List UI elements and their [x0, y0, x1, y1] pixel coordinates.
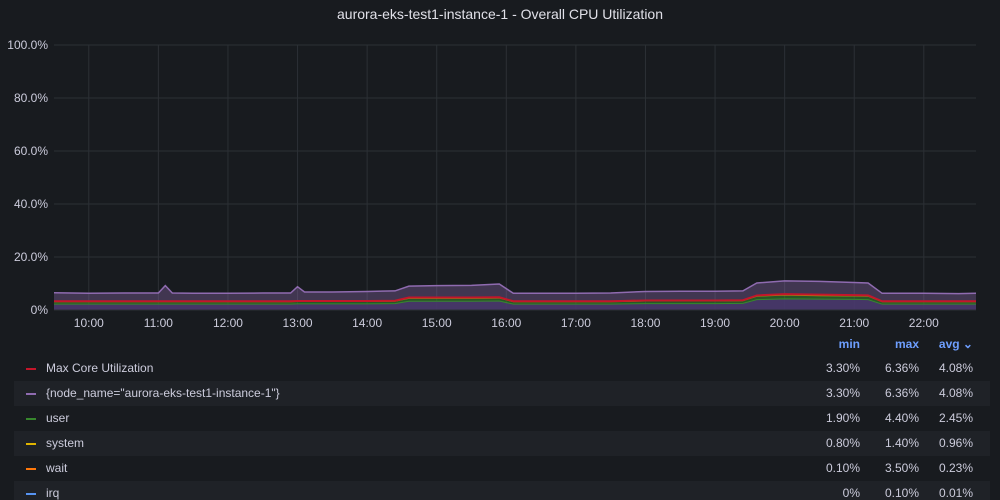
legend-max-value: 4.40% [884, 411, 919, 425]
legend-row[interactable]: {node_name="aurora-eks-test1-instance-1"… [14, 381, 990, 406]
legend-series-name[interactable]: system [46, 431, 84, 456]
legend-min-value: 3.30% [825, 361, 860, 375]
x-tick-label: 19:00 [700, 316, 730, 330]
x-tick-label: 18:00 [630, 316, 660, 330]
x-tick-label: 12:00 [213, 316, 243, 330]
y-tick-label: 40.0% [14, 197, 48, 211]
y-tick-label: 0% [31, 303, 49, 317]
legend-swatch [26, 368, 36, 370]
x-tick-label: 11:00 [144, 316, 173, 330]
legend-swatch [26, 443, 36, 445]
legend-series-name[interactable]: user [46, 406, 69, 431]
legend-header: min max avg ⌄ [0, 337, 1000, 355]
legend-avg-value: 0.96% [938, 436, 973, 450]
x-tick-label: 16:00 [491, 316, 521, 330]
y-tick-label: 60.0% [14, 144, 48, 158]
legend-avg-value: 4.08% [938, 361, 973, 375]
legend-row[interactable]: system 0.80% 1.40% 0.96% [14, 431, 990, 456]
legend-avg-value: 0.23% [938, 461, 973, 475]
y-tick-label: 80.0% [14, 91, 48, 105]
legend-swatch [26, 393, 36, 395]
legend-row[interactable]: wait 0.10% 3.50% 0.23% [14, 456, 990, 481]
x-tick-label: 15:00 [422, 316, 452, 330]
legend-max-value: 6.36% [884, 386, 919, 400]
legend-row[interactable]: irq 0% 0.10% 0.01% [14, 481, 990, 500]
legend-header-max[interactable]: max [860, 337, 919, 351]
legend-max-value: 3.50% [884, 461, 919, 475]
legend-series-name[interactable]: {node_name="aurora-eks-test1-instance-1"… [46, 381, 280, 406]
legend-series-name[interactable]: Max Core Utilization [46, 356, 153, 381]
legend-max-value: 1.40% [884, 436, 919, 450]
legend-avg-value: 0.01% [938, 486, 973, 500]
legend-avg-value: 4.08% [938, 386, 973, 400]
legend-swatch [26, 468, 36, 470]
legend-header-avg[interactable]: avg ⌄ [920, 337, 973, 351]
legend-swatch [26, 493, 36, 495]
legend-header-min[interactable]: min [800, 337, 860, 351]
legend-max-value: 6.36% [884, 361, 919, 375]
y-tick-label: 20.0% [14, 250, 48, 264]
legend-max-value: 0.10% [884, 486, 919, 500]
x-tick-label: 10:00 [74, 316, 104, 330]
x-tick-label: 22:00 [909, 316, 939, 330]
legend-row[interactable]: Max Core Utilization 3.30% 6.36% 4.08% [14, 356, 990, 381]
y-tick-label: 100.0% [7, 38, 48, 52]
x-tick-label: 17:00 [561, 316, 591, 330]
x-tick-label: 13:00 [283, 316, 313, 330]
legend-series-name[interactable]: wait [46, 456, 67, 481]
legend-table: Max Core Utilization 3.30% 6.36% 4.08% {node… [14, 356, 990, 500]
x-tick-label: 21:00 [839, 316, 869, 330]
legend-avg-value: 2.45% [938, 411, 973, 425]
legend-min-value: 1.90% [825, 411, 860, 425]
legend-series-name[interactable]: irq [46, 481, 59, 500]
cpu-utilization-chart: 0% 20.0% 40.0% 60.0% 80.0% 100.0% 10:00 11:00 12… [7, 38, 977, 330]
x-tick-label: 14:00 [352, 316, 382, 330]
legend-min-value: 0% [842, 486, 860, 500]
legend-min-value: 0.10% [825, 461, 860, 475]
legend-min-value: 3.30% [825, 386, 860, 400]
legend-swatch [26, 418, 36, 420]
legend-min-value: 0.80% [825, 436, 860, 450]
legend-row[interactable]: user 1.90% 4.40% 2.45% [14, 406, 990, 431]
x-tick-label: 20:00 [770, 316, 800, 330]
